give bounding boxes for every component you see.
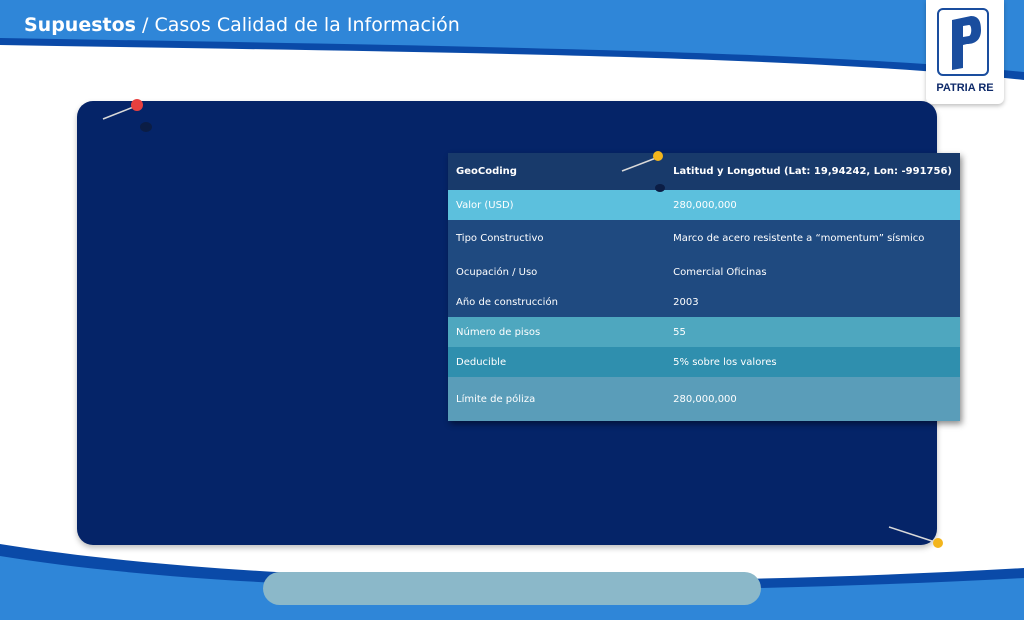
page-title-section: Supuestos [24, 14, 136, 36]
row-label: Valor (USD) [456, 199, 514, 211]
row-value: Marco de acero resistente a “momentum” s… [673, 233, 925, 244]
table-row-limite-poliza: Límite de póliza 280,000,000 [448, 377, 960, 421]
row-value: Comercial Oficinas [673, 266, 767, 278]
row-label: Número de pisos [456, 326, 541, 338]
table-row-ano-construccion: Año de construcción 2003 [448, 287, 960, 317]
row-label: Tipo Constructivo [456, 233, 544, 244]
table-header-label: GeoCoding [456, 166, 517, 177]
row-label: Deducible [456, 356, 507, 368]
table-row-tipo-constructivo: Tipo Constructivo Marco de acero resiste… [448, 220, 960, 257]
header-band [0, 0, 1024, 80]
footer-pill [263, 572, 761, 605]
table-header-value: Latitud y Longotud (Lat: 19,94242, Lon: … [673, 166, 952, 177]
logo-mark-icon [937, 8, 989, 76]
row-label: Límite de póliza [456, 393, 536, 405]
table-row-deducible: Deducible 5% sobre los valores [448, 347, 960, 377]
table-row-ocupacion: Ocupación / Uso Comercial Oficinas [448, 257, 960, 287]
row-value: 55 [673, 326, 686, 338]
row-label: Año de construcción [456, 296, 558, 308]
patria-re-logo: PATRIA RE [926, 0, 1004, 104]
page-title-subtitle: / Casos Calidad de la Información [135, 14, 460, 36]
table-row-valor: Valor (USD) 280,000,000 [448, 190, 960, 220]
row-value: 280,000,000 [673, 199, 737, 211]
logo-text: PATRIA RE [936, 82, 994, 94]
logo-p-icon [952, 16, 981, 70]
page-title: Supuestos / Casos Calidad de la Informac… [24, 14, 460, 36]
table-row-numero-pisos: Número de pisos 55 [448, 317, 960, 347]
table-header-row: GeoCoding Latitud y Longotud (Lat: 19,94… [448, 153, 960, 190]
row-label: Ocupación / Uso [456, 266, 538, 278]
row-value: 280,000,000 [673, 393, 737, 405]
property-info-table: GeoCoding Latitud y Longotud (Lat: 19,94… [448, 153, 960, 421]
row-value: 5% sobre los valores [673, 356, 777, 368]
row-value: 2003 [673, 296, 699, 308]
